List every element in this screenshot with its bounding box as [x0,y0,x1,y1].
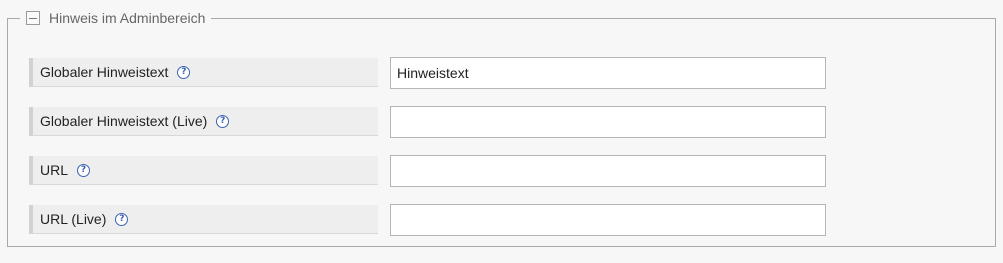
question-circle-icon[interactable]: ? [115,212,129,226]
question-circle-icon[interactable]: ? [77,163,91,177]
field-row-url-live: URL (Live) ? [29,204,826,236]
field-label-box: URL (Live) ? [29,205,378,234]
url-input[interactable] [390,155,826,187]
field-label: Globaler Hinweistext [40,64,169,80]
question-circle-icon[interactable]: ? [177,65,191,79]
field-label-box: Globaler Hinweistext ? [29,58,378,87]
collapse-toggle-icon[interactable] [26,11,40,25]
global-notice-input[interactable] [390,57,826,89]
question-circle-icon[interactable]: ? [216,114,230,128]
field-row-url: URL ? [29,155,826,187]
field-label-box: URL ? [29,156,378,185]
field-label: URL (Live) [40,211,107,227]
field-label: Globaler Hinweistext (Live) [40,113,208,129]
global-notice-live-input[interactable] [390,106,826,138]
fieldset-title: Hinweis im Adminbereich [49,10,206,26]
field-row-global-notice-live: Globaler Hinweistext (Live) ? [29,106,826,138]
field-label-box: Globaler Hinweistext (Live) ? [29,107,378,136]
field-row-global-notice: Globaler Hinweistext ? [29,57,826,89]
url-live-input[interactable] [390,204,826,236]
field-label: URL [40,162,69,178]
fieldset-legend: Hinweis im Adminbereich [20,8,212,28]
